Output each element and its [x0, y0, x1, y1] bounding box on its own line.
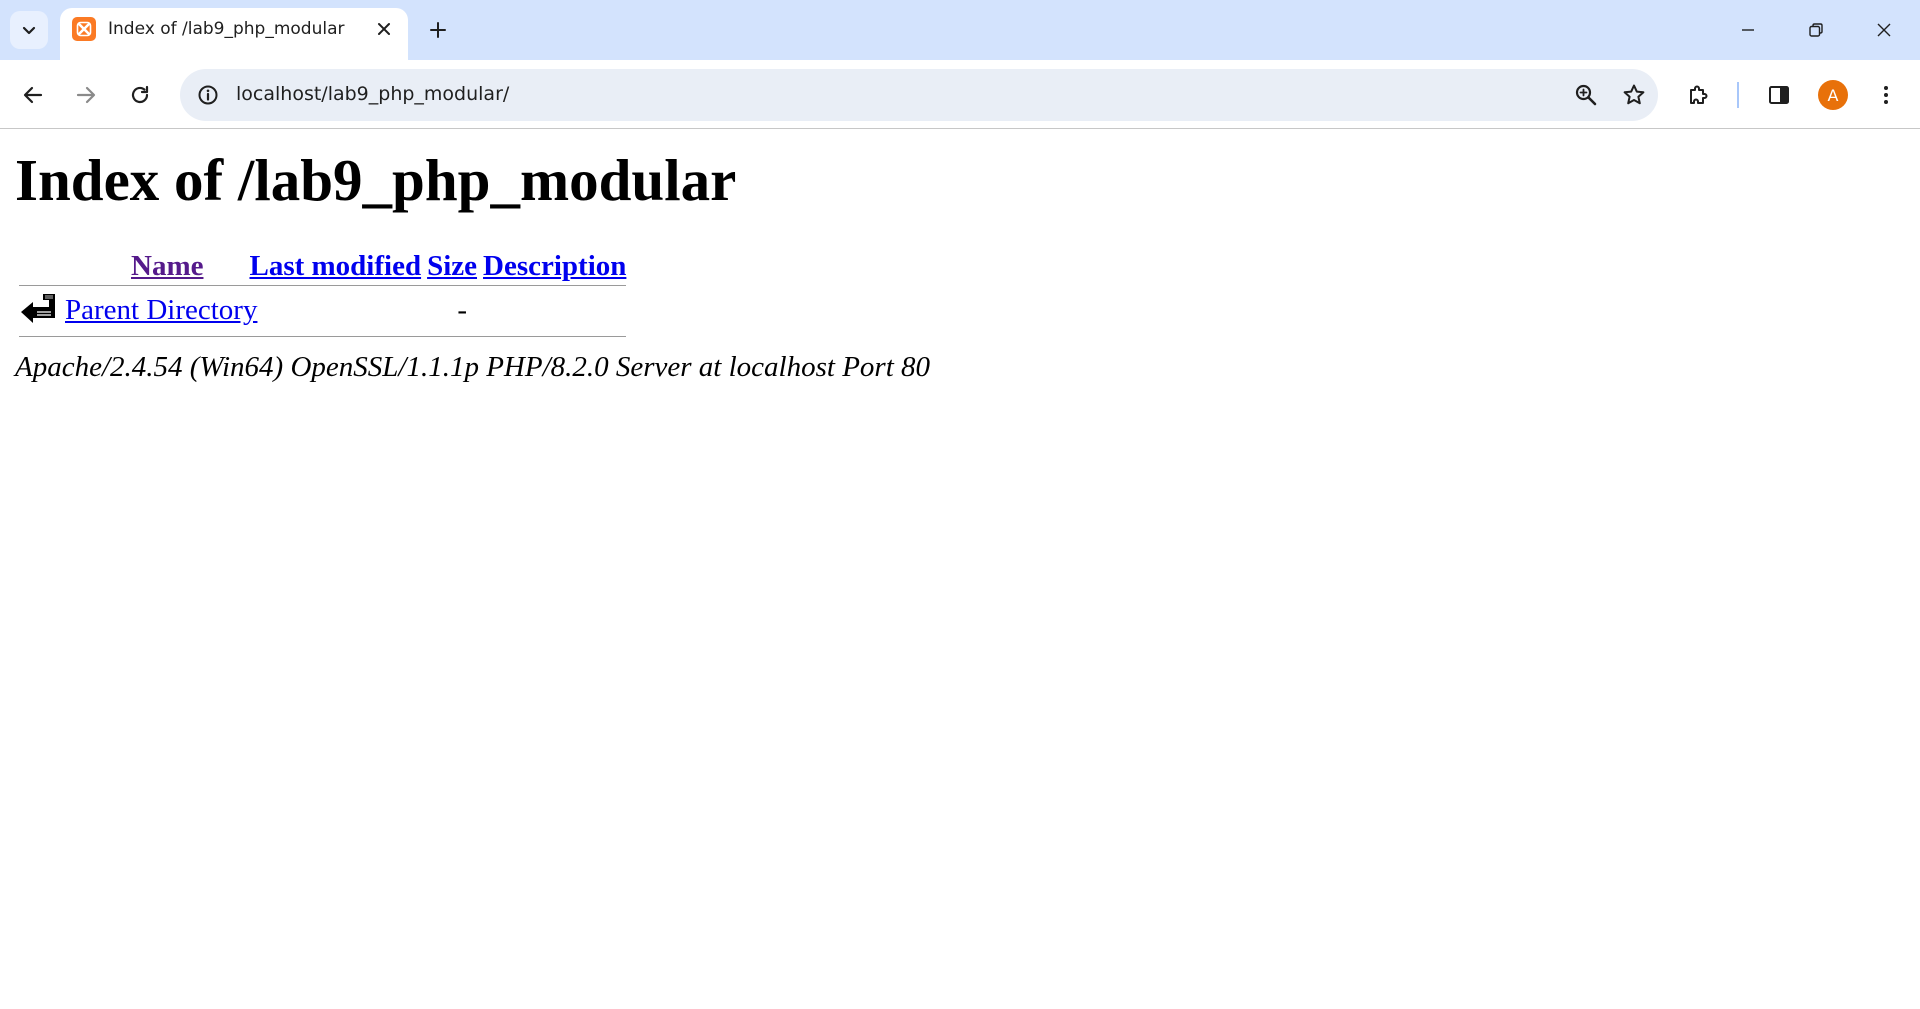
divider — [19, 284, 627, 286]
back-button[interactable] — [13, 75, 53, 115]
close-window-button[interactable] — [1862, 10, 1906, 50]
row-description-cell — [483, 288, 626, 334]
star-icon — [1623, 84, 1645, 105]
tab-strip: Index of /lab9_php_modular — [0, 0, 1920, 60]
reload-icon — [131, 85, 149, 104]
info-icon — [198, 85, 218, 105]
extensions-button[interactable] — [1679, 75, 1719, 115]
description-column-header: Description — [483, 250, 626, 283]
close-icon — [378, 23, 390, 35]
size-column-header: Size — [427, 250, 477, 283]
zoom-in-icon — [1575, 84, 1597, 106]
sort-by-description-link[interactable]: Description — [483, 250, 626, 282]
new-tab-button[interactable] — [420, 12, 456, 48]
divider — [19, 335, 627, 337]
puzzle-icon — [1690, 85, 1708, 104]
parent-directory-link[interactable]: Parent Directory — [65, 294, 257, 326]
address-url: localhost/lab9_php_modular/ — [236, 83, 510, 105]
tab-search-button[interactable] — [10, 11, 48, 49]
table-header-row: Name Last modified Size Description — [19, 250, 626, 283]
site-info-button[interactable] — [190, 77, 226, 113]
toolbar: localhost/lab9_php_modular/ A — [0, 60, 1920, 129]
side-panel-icon — [1769, 86, 1789, 104]
menu-button[interactable] — [1866, 75, 1906, 115]
avatar: A — [1818, 80, 1848, 110]
server-signature: Apache/2.4.54 (Win64) OpenSSL/1.1.1p PHP… — [15, 350, 931, 383]
close-icon — [1877, 23, 1891, 37]
row-name-cell: Parent Directory — [65, 288, 421, 334]
divider-row — [19, 284, 627, 286]
last-modified-column-header: Last modified — [209, 250, 421, 283]
directory-listing-table: Name Last modified Size Description Pare… — [13, 248, 632, 339]
page-content: Index of /lab9_php_modular Name Last mod… — [0, 129, 1920, 384]
zoom-button[interactable] — [1568, 77, 1604, 113]
sort-by-size-link[interactable]: Size — [427, 250, 477, 282]
xampp-favicon-icon — [72, 17, 96, 41]
profile-button[interactable]: A — [1813, 75, 1853, 115]
sort-by-name-link[interactable]: Name — [131, 250, 203, 282]
address-bar[interactable]: localhost/lab9_php_modular/ — [180, 69, 1658, 121]
browser-chrome: Index of /lab9_php_modular localhost/lab… — [0, 0, 1920, 129]
page-title: Index of /lab9_php_modular — [15, 147, 737, 213]
name-column-header: Name — [65, 250, 203, 283]
row-icon-cell — [19, 288, 59, 334]
chevron-down-icon — [22, 26, 36, 35]
sort-by-last-modified-link[interactable]: Last modified — [249, 250, 421, 282]
more-vertical-icon — [1884, 86, 1888, 104]
minimize-button[interactable] — [1726, 10, 1770, 50]
back-arrow-icon — [21, 293, 55, 323]
minimize-icon — [1742, 29, 1754, 31]
bookmark-button[interactable] — [1616, 77, 1652, 113]
tab-close-button[interactable] — [370, 15, 398, 43]
forward-button[interactable] — [66, 75, 106, 115]
restore-icon — [1809, 23, 1823, 37]
side-panel-button[interactable] — [1759, 75, 1799, 115]
restore-button[interactable] — [1794, 10, 1838, 50]
icon-column-header — [19, 250, 59, 283]
active-tab[interactable]: Index of /lab9_php_modular — [60, 8, 408, 60]
reload-button[interactable] — [120, 75, 160, 115]
row-size-cell: - — [457, 294, 468, 327]
divider-row — [19, 335, 627, 337]
arrow-left-icon — [23, 86, 43, 104]
toolbar-separator — [1737, 82, 1739, 108]
arrow-right-icon — [76, 86, 96, 104]
table-row: Parent Directory - — [19, 288, 626, 334]
tab-title: Index of /lab9_php_modular — [108, 19, 345, 39]
plus-icon — [430, 22, 446, 38]
